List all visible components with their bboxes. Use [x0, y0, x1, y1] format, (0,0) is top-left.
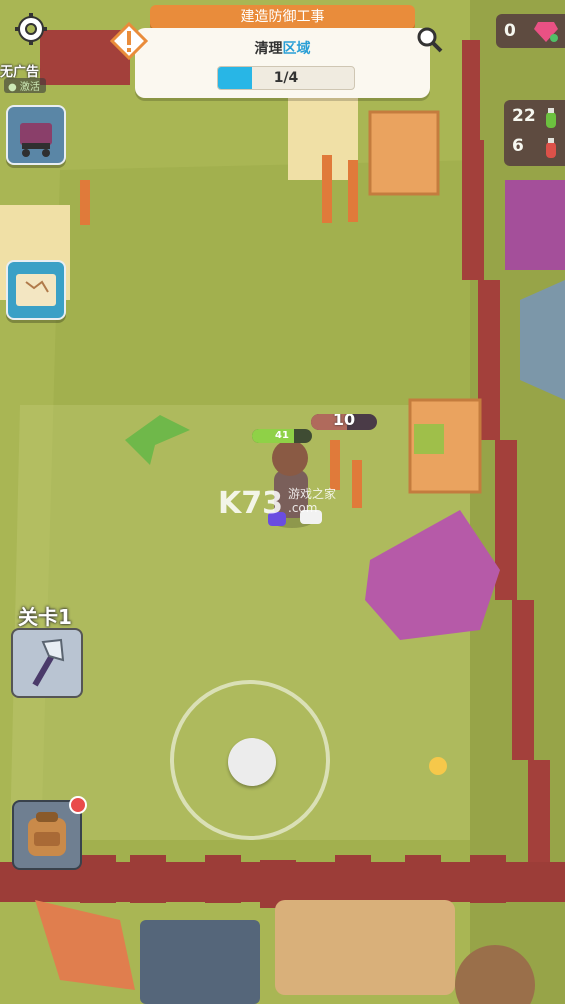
wood-count: 22	[512, 106, 536, 126]
gem-icon	[534, 22, 558, 42]
player-health-value: 41	[275, 430, 289, 441]
search-icon[interactable]	[415, 25, 445, 55]
task-card: 清理区域 1/4	[135, 28, 430, 98]
no-ads-status-text: 激活	[19, 82, 40, 93]
target-progress-bar: 10	[311, 414, 377, 430]
red-potion-icon	[546, 138, 556, 158]
watermark-caption: 游戏之家 .com	[288, 487, 336, 515]
watermark-sub1: 游戏之家	[288, 487, 337, 501]
map-icon	[16, 274, 56, 306]
axe-tool-button[interactable]	[11, 628, 83, 698]
task-label: 清理区域	[135, 38, 430, 58]
warning-icon[interactable]	[110, 22, 148, 60]
shop-cart-button[interactable]	[6, 105, 66, 165]
quest-title: 建造防御工事	[150, 5, 415, 29]
resource-panel: 22 6	[504, 100, 565, 166]
watermark-sub2: .com	[288, 501, 318, 515]
stone-count: 6	[512, 136, 524, 156]
axe-icon	[32, 638, 65, 687]
task-highlight: 区域	[282, 41, 311, 57]
gear-icon[interactable]	[14, 12, 48, 46]
map-button[interactable]	[6, 260, 66, 320]
player-health-bar: 41	[252, 429, 312, 443]
cart-icon	[20, 123, 52, 157]
joystick-knob[interactable]	[228, 738, 276, 786]
task-progress-bar: 1/4	[217, 66, 355, 90]
no-ads-status: ● 激活	[4, 78, 46, 93]
gem-count: 0	[504, 21, 516, 41]
gem-counter[interactable]: 0	[496, 14, 565, 48]
green-potion-icon	[546, 108, 556, 128]
backpack-icon	[28, 812, 66, 856]
task-progress-text: 1/4	[273, 70, 299, 86]
watermark-logo: K73	[218, 486, 283, 521]
notification-dot	[69, 796, 87, 814]
level-label: 关卡1	[18, 605, 72, 629]
target-hits-value: 10	[332, 414, 356, 429]
task-prefix: 清理	[254, 41, 283, 57]
